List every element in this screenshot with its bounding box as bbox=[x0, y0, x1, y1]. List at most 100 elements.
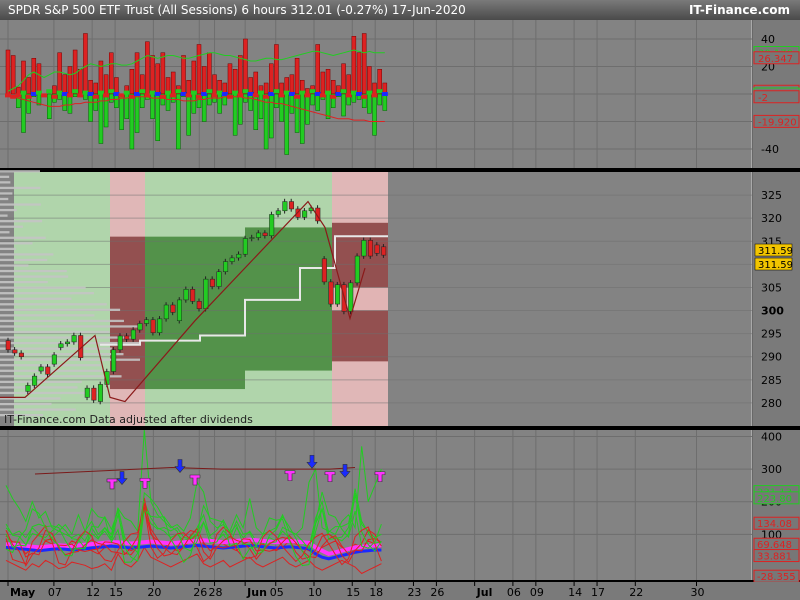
oscillator-center-marker bbox=[350, 90, 357, 95]
price-candle-down bbox=[150, 319, 156, 333]
oscillator-center-marker bbox=[149, 90, 156, 95]
oscillator-center-marker bbox=[180, 92, 187, 96]
oscillator-negative-bar bbox=[119, 93, 124, 130]
oscillator-negative-bar bbox=[108, 93, 114, 103]
price-candle-up bbox=[51, 354, 57, 365]
oscillator-center-marker bbox=[82, 90, 89, 95]
oscillator-positive-bar bbox=[201, 66, 207, 95]
oscillator-center-marker bbox=[92, 94, 99, 99]
oscillator-negative-bar bbox=[279, 93, 284, 122]
volume-profile-bar bbox=[0, 197, 9, 201]
oscillator-center-marker bbox=[247, 92, 254, 96]
oscillator-positive-bar bbox=[88, 80, 93, 95]
volume-profile-bar bbox=[0, 375, 122, 378]
brand-logo[interactable]: IT-Finance.com bbox=[689, 0, 790, 20]
price-panel: 325320315310305300295290285280311.59311.… bbox=[0, 170, 800, 426]
breadth-bg bbox=[0, 430, 752, 580]
oscillator-negative-bar bbox=[341, 93, 346, 117]
price-candle-down bbox=[45, 366, 51, 375]
oscillator-negative-bar bbox=[274, 93, 279, 108]
oscillator-negative-bar bbox=[248, 93, 253, 111]
oscillator-center-marker bbox=[170, 93, 177, 98]
oscillator-center-marker bbox=[185, 93, 192, 98]
oscillator-positive-bar bbox=[36, 63, 42, 95]
oscillator-positive-bar bbox=[21, 60, 26, 95]
oscillator-positive-bar bbox=[294, 58, 300, 95]
oscillator-center-marker bbox=[154, 92, 161, 96]
oscillator-positive-bar bbox=[191, 60, 197, 95]
oscillator-center-marker bbox=[268, 92, 275, 96]
price-candle-down bbox=[328, 281, 334, 305]
oscillator-negative-bar bbox=[284, 93, 290, 155]
oscillator-negative-bar bbox=[382, 93, 388, 111]
volume-profile-bar bbox=[0, 170, 40, 173]
oscillator-y-tick: 40 bbox=[761, 33, 775, 46]
oscillator-center-marker bbox=[309, 89, 316, 94]
volume-profile-bar bbox=[0, 186, 41, 190]
price-candle-up bbox=[249, 237, 255, 239]
oscillator-center-marker bbox=[340, 89, 347, 94]
oscillator-center-marker bbox=[283, 90, 290, 95]
oscillator-center-marker bbox=[257, 90, 264, 95]
oscillator-positive-bar bbox=[248, 77, 253, 95]
oscillator-value-label: -19.920 bbox=[758, 117, 797, 128]
volume-profile-bar bbox=[0, 175, 10, 178]
oscillator-positive-bar bbox=[108, 52, 114, 95]
price-y-tick: 320 bbox=[761, 212, 782, 225]
oscillator-center-marker bbox=[330, 94, 337, 99]
price-candle-up bbox=[84, 387, 90, 398]
x-axis-day-label: 10 bbox=[308, 586, 322, 599]
oscillator-negative-bar bbox=[258, 93, 264, 119]
oscillator-y-tick: -40 bbox=[761, 143, 779, 156]
volume-profile-bar bbox=[0, 258, 48, 262]
volume-profile-bar bbox=[0, 297, 72, 300]
x-axis-day-label: 12 bbox=[86, 586, 100, 599]
oscillator-positive-bar bbox=[114, 77, 119, 95]
volume-profile-bar bbox=[0, 308, 121, 311]
oscillator-positive-bar bbox=[129, 69, 135, 95]
oscillator-center-marker bbox=[263, 94, 270, 99]
oscillator-center-marker bbox=[56, 90, 63, 95]
oscillator-positive-bar bbox=[103, 74, 109, 95]
oscillator-negative-bar bbox=[165, 93, 171, 111]
price-candle-up bbox=[176, 299, 182, 321]
oscillator-negative-bar bbox=[351, 93, 357, 103]
oscillator-negative-bar bbox=[88, 93, 93, 122]
price-candle-up bbox=[97, 384, 103, 402]
price-candle-up bbox=[236, 253, 242, 259]
oscillator-positive-bar bbox=[16, 86, 21, 95]
oscillator-positive-bar bbox=[212, 74, 217, 95]
price-candle-up bbox=[58, 343, 64, 348]
oscillator-center-marker bbox=[345, 93, 352, 98]
oscillator-center-marker bbox=[123, 90, 130, 95]
oscillator-negative-bar bbox=[325, 93, 331, 119]
price-candle-down bbox=[321, 258, 327, 283]
price-axis-bg bbox=[753, 172, 800, 426]
price-candle-up bbox=[216, 271, 222, 287]
price-zone bbox=[332, 287, 388, 311]
oscillator-positive-bar bbox=[346, 74, 351, 95]
oscillator-negative-bar bbox=[201, 93, 207, 122]
oscillator-negative-bar bbox=[191, 93, 197, 114]
x-axis-month-label: May bbox=[10, 586, 35, 599]
oscillator-center-marker bbox=[190, 90, 197, 95]
oscillator-center-marker bbox=[288, 92, 295, 96]
price-candle-up bbox=[137, 323, 143, 331]
volume-profile-bar bbox=[0, 325, 140, 328]
chart-canvas: 40200-20-4030.17026.34720-2-19.920 32532… bbox=[0, 20, 800, 600]
oscillator-center-marker bbox=[356, 92, 363, 96]
price-candle-up bbox=[144, 319, 150, 324]
x-axis: May 07 12 15 20 26 28 Jun 05 10 15 18 23 26 Jul 06 09 14 1… bbox=[0, 582, 800, 600]
price-candle-up bbox=[203, 278, 209, 309]
oscillator-center-marker bbox=[304, 93, 311, 98]
oscillator-negative-bar bbox=[367, 93, 372, 114]
chart-title: SPDR S&P 500 ETF Trust (All Sessions) 6 … bbox=[8, 3, 466, 17]
oscillator-positive-bar bbox=[67, 66, 73, 95]
oscillator-negative-bar bbox=[103, 93, 109, 128]
chart-header: SPDR S&P 500 ETF Trust (All Sessions) 6 … bbox=[0, 0, 800, 20]
volume-profile-bar bbox=[0, 303, 107, 306]
breadth-value-label: 223.80 bbox=[757, 494, 792, 505]
oscillator-positive-bar bbox=[93, 82, 99, 95]
price-candle-down bbox=[124, 335, 130, 340]
oscillator-center-marker bbox=[20, 90, 27, 95]
